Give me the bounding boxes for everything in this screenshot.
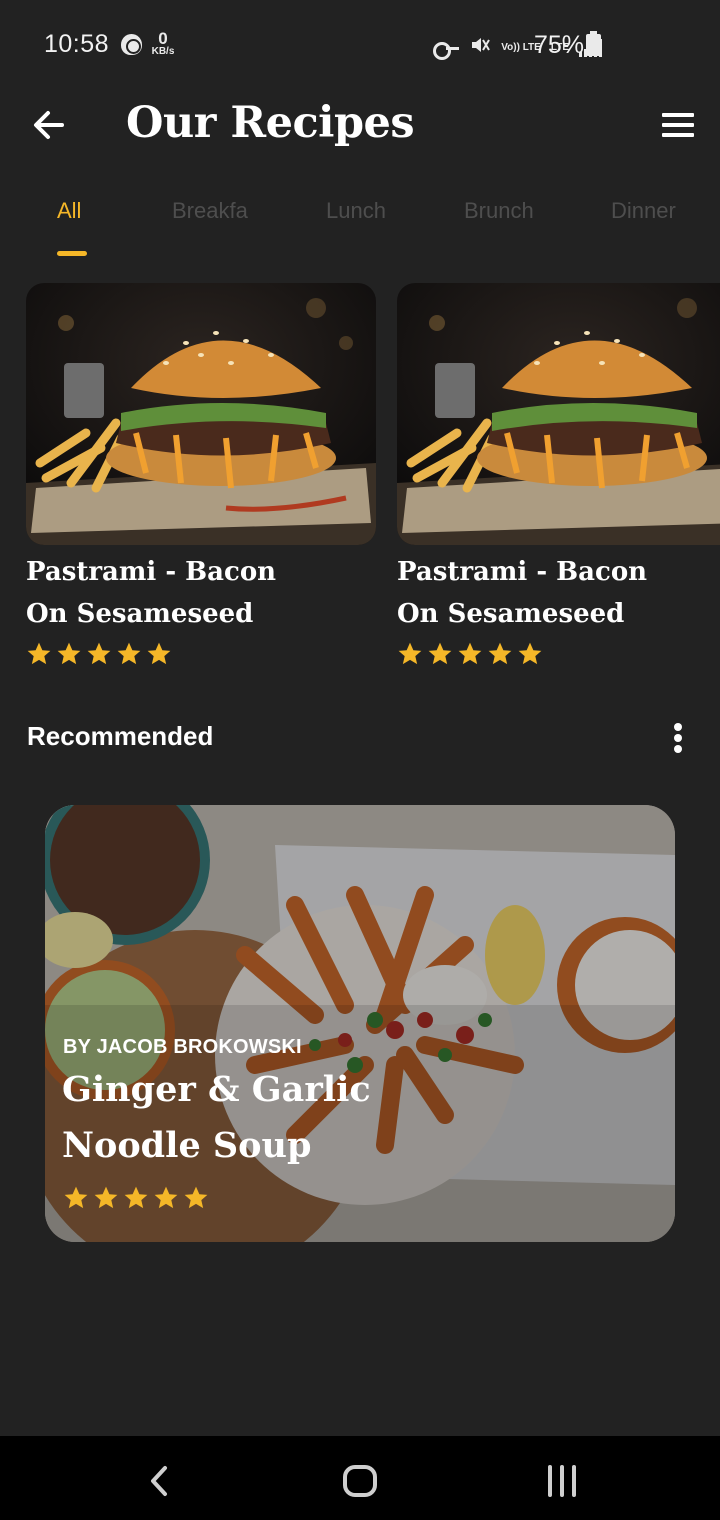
recipe-title-line1: Pastrami - Bacon bbox=[397, 557, 648, 587]
star-icon bbox=[518, 642, 542, 665]
recipe-title-line2: On Sesameseed bbox=[26, 599, 254, 629]
tab-all[interactable]: All bbox=[57, 198, 81, 224]
nav-recents-button[interactable] bbox=[537, 1456, 587, 1506]
burger-image bbox=[397, 283, 720, 545]
network-speed-unit: KB/s bbox=[151, 46, 175, 57]
more-vertical-icon bbox=[674, 723, 682, 731]
nav-home-button[interactable] bbox=[335, 1456, 385, 1506]
tab-brunch[interactable]: Brunch bbox=[464, 198, 534, 224]
star-icon bbox=[458, 642, 482, 665]
tab-lunch[interactable]: Lunch bbox=[326, 198, 386, 224]
home-nav-icon bbox=[343, 1465, 377, 1497]
star-icon bbox=[117, 642, 141, 665]
tab-breakfast[interactable]: Breakfa bbox=[172, 198, 248, 224]
recommended-recipe-title: Ginger & Garlic Noodle Soup bbox=[62, 1069, 371, 1166]
star-icon bbox=[398, 642, 422, 665]
star-icon bbox=[184, 1186, 208, 1209]
nav-back-button[interactable] bbox=[134, 1456, 184, 1506]
vpn-icon bbox=[121, 34, 142, 55]
fries-bowl-image bbox=[45, 805, 675, 1242]
star-icon bbox=[64, 1186, 88, 1209]
recommended-card[interactable] bbox=[45, 805, 675, 1242]
rating-stars bbox=[26, 641, 376, 667]
menu-button[interactable] bbox=[660, 110, 696, 140]
more-options-button[interactable] bbox=[668, 720, 688, 754]
recents-nav-icon bbox=[548, 1465, 576, 1497]
status-bar: 10:58 0 KB/s Vo)) LTE LTE 75% bbox=[0, 0, 720, 90]
burger-image bbox=[26, 283, 376, 545]
battery-level: 75% bbox=[534, 31, 585, 59]
recipe-card[interactable]: Pastrami - Bacon On Sesameseed bbox=[397, 283, 720, 667]
arrow-left-icon bbox=[34, 111, 64, 139]
tab-dinner[interactable]: Dinner bbox=[611, 198, 676, 224]
recipe-author: BY JACOB BROKOWSKI bbox=[63, 1036, 302, 1058]
star-icon bbox=[154, 1186, 178, 1209]
star-icon bbox=[57, 642, 81, 665]
star-icon bbox=[147, 642, 171, 665]
star-icon bbox=[87, 642, 111, 665]
recipe-title: Pastrami - Bacon On Sesameseed bbox=[397, 551, 720, 635]
network-speed: 0 KB/s bbox=[148, 30, 178, 57]
system-nav-bar bbox=[0, 1436, 720, 1520]
recipe-title: Pastrami - Bacon On Sesameseed bbox=[26, 551, 376, 635]
page-title: Our Recipes bbox=[126, 98, 415, 148]
star-icon bbox=[428, 642, 452, 665]
status-time: 10:58 bbox=[44, 30, 110, 58]
mute-icon bbox=[469, 34, 491, 62]
star-icon bbox=[488, 642, 512, 665]
recipe-card[interactable]: Pastrami - Bacon On Sesameseed bbox=[26, 283, 376, 667]
star-icon bbox=[27, 642, 51, 665]
star-icon bbox=[94, 1186, 118, 1209]
rating-stars bbox=[397, 641, 720, 667]
star-icon bbox=[124, 1186, 148, 1209]
rating-stars bbox=[63, 1185, 209, 1211]
recommended-heading: Recommended bbox=[27, 721, 214, 751]
hamburger-icon bbox=[662, 113, 694, 117]
recipe-title-line2: On Sesameseed bbox=[397, 599, 625, 629]
back-nav-icon bbox=[151, 1466, 167, 1496]
tab-indicator bbox=[57, 251, 87, 256]
battery-icon bbox=[586, 31, 601, 56]
key-icon bbox=[433, 41, 460, 60]
back-button[interactable] bbox=[28, 104, 70, 146]
recipe-title-line1: Pastrami - Bacon bbox=[26, 557, 277, 587]
network-speed-value: 0 bbox=[158, 29, 168, 48]
category-tabs: All Breakfa Lunch Brunch Dinner bbox=[0, 198, 720, 260]
